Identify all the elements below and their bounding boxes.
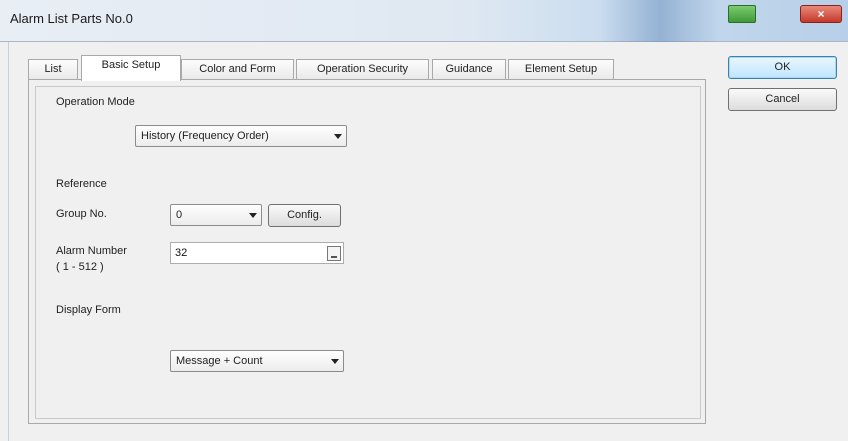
window-title: Alarm List Parts No.0 (10, 11, 133, 26)
tab-operation-security[interactable]: Operation Security (296, 59, 429, 80)
display-form-select[interactable]: Message + Count (170, 350, 344, 372)
dialog-window: Alarm List Parts No.0 × List Basic Setup… (0, 0, 848, 441)
tab-guidance[interactable]: Guidance (432, 59, 506, 80)
tab-list[interactable]: List (28, 59, 78, 80)
ok-button[interactable]: OK (728, 56, 837, 79)
chevron-down-icon (334, 134, 342, 139)
chevron-down-icon (331, 359, 339, 364)
alarm-number-value: 32 (175, 247, 188, 259)
alarm-number-input[interactable]: 32 (170, 242, 344, 264)
display-form-value: Message + Count (176, 355, 263, 367)
reference-label: Reference (56, 178, 107, 190)
close-icon: × (817, 7, 825, 21)
chevron-down-icon (249, 213, 257, 218)
alarm-number-label: Alarm Number (56, 245, 127, 257)
group-no-label: Group No. (56, 208, 107, 220)
tab-basic-setup[interactable]: Basic Setup (81, 55, 181, 81)
minimize-button[interactable] (728, 5, 756, 23)
keyboard-icon[interactable] (327, 246, 341, 261)
basic-setup-panel (28, 79, 706, 424)
operation-mode-value: History (Frequency Order) (141, 130, 269, 142)
tab-element-setup[interactable]: Element Setup (508, 59, 614, 80)
operation-mode-label: Operation Mode (56, 96, 135, 108)
config-button[interactable]: Config. (268, 204, 341, 227)
cancel-button[interactable]: Cancel (728, 88, 837, 111)
display-form-label: Display Form (56, 304, 121, 316)
alarm-number-range: ( 1 - 512 ) (56, 261, 104, 273)
title-bar-glow (600, 0, 720, 42)
close-button[interactable]: × (800, 5, 842, 23)
group-no-value: 0 (176, 209, 183, 221)
group-no-select[interactable]: 0 (170, 204, 262, 226)
tab-color-and-form[interactable]: Color and Form (181, 59, 294, 80)
operation-mode-select[interactable]: History (Frequency Order) (135, 125, 347, 147)
title-bar: Alarm List Parts No.0 × (0, 0, 848, 42)
